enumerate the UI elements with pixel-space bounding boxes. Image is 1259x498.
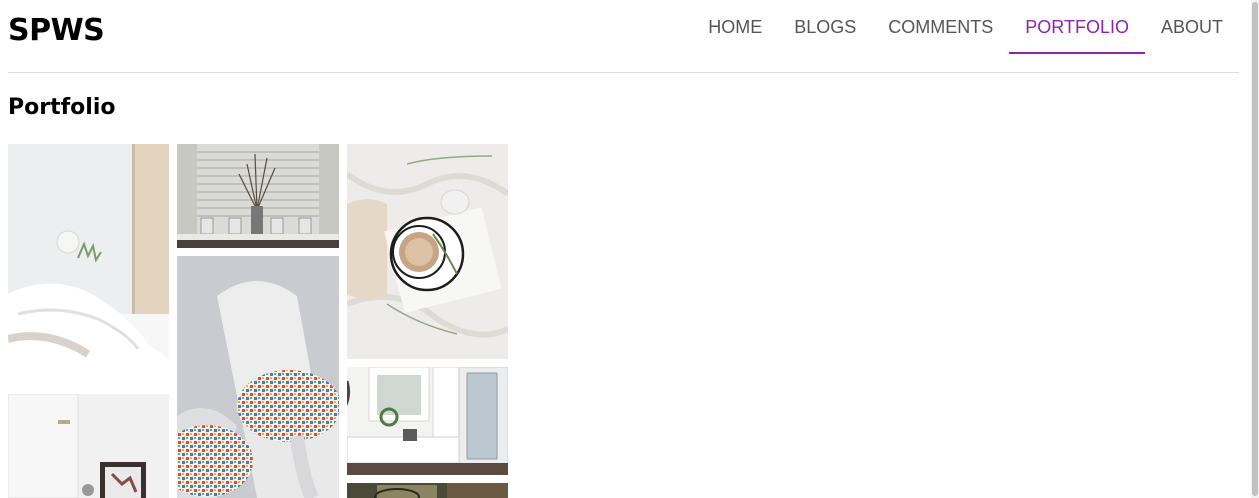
page-scrollbar[interactable]	[1251, 0, 1259, 498]
main-nav: HOME BLOGS COMMENTS PORTFOLIO ABOUT	[692, 0, 1239, 72]
window-blinds-vase-photo[interactable]	[177, 144, 339, 248]
nav-home-label: HOME	[708, 16, 763, 37]
nav-comments-label: COMMENTS	[888, 16, 994, 37]
white-bedroom-photo[interactable]	[8, 144, 169, 386]
page-title: Portfolio	[8, 95, 116, 120]
nav-about[interactable]: ABOUT	[1145, 0, 1239, 54]
nav-blogs[interactable]: BLOGS	[778, 0, 872, 54]
white-chair-cushion-photo[interactable]	[177, 256, 339, 498]
site-header: SPWS HOME BLOGS COMMENTS PORTFOLIO ABOUT	[8, 0, 1239, 73]
white-door-frame-photo[interactable]	[8, 394, 169, 498]
active-nav-underline	[1009, 52, 1145, 54]
eyeglasses-photo[interactable]	[347, 483, 508, 498]
nav-comments[interactable]: COMMENTS	[872, 0, 1009, 54]
nav-blogs-label: BLOGS	[794, 16, 857, 37]
nav-about-label: ABOUT	[1160, 16, 1223, 37]
entryway-bench-photo[interactable]	[347, 367, 508, 475]
nav-portfolio[interactable]: PORTFOLIO	[1009, 0, 1145, 54]
nav-home[interactable]: HOME	[692, 0, 778, 54]
scrollbar-thumb[interactable]	[1252, 2, 1258, 496]
coffee-on-bedsheet-photo[interactable]	[347, 144, 508, 359]
site-brand[interactable]: SPWS	[8, 13, 105, 48]
nav-portfolio-label: PORTFOLIO	[1025, 16, 1129, 37]
